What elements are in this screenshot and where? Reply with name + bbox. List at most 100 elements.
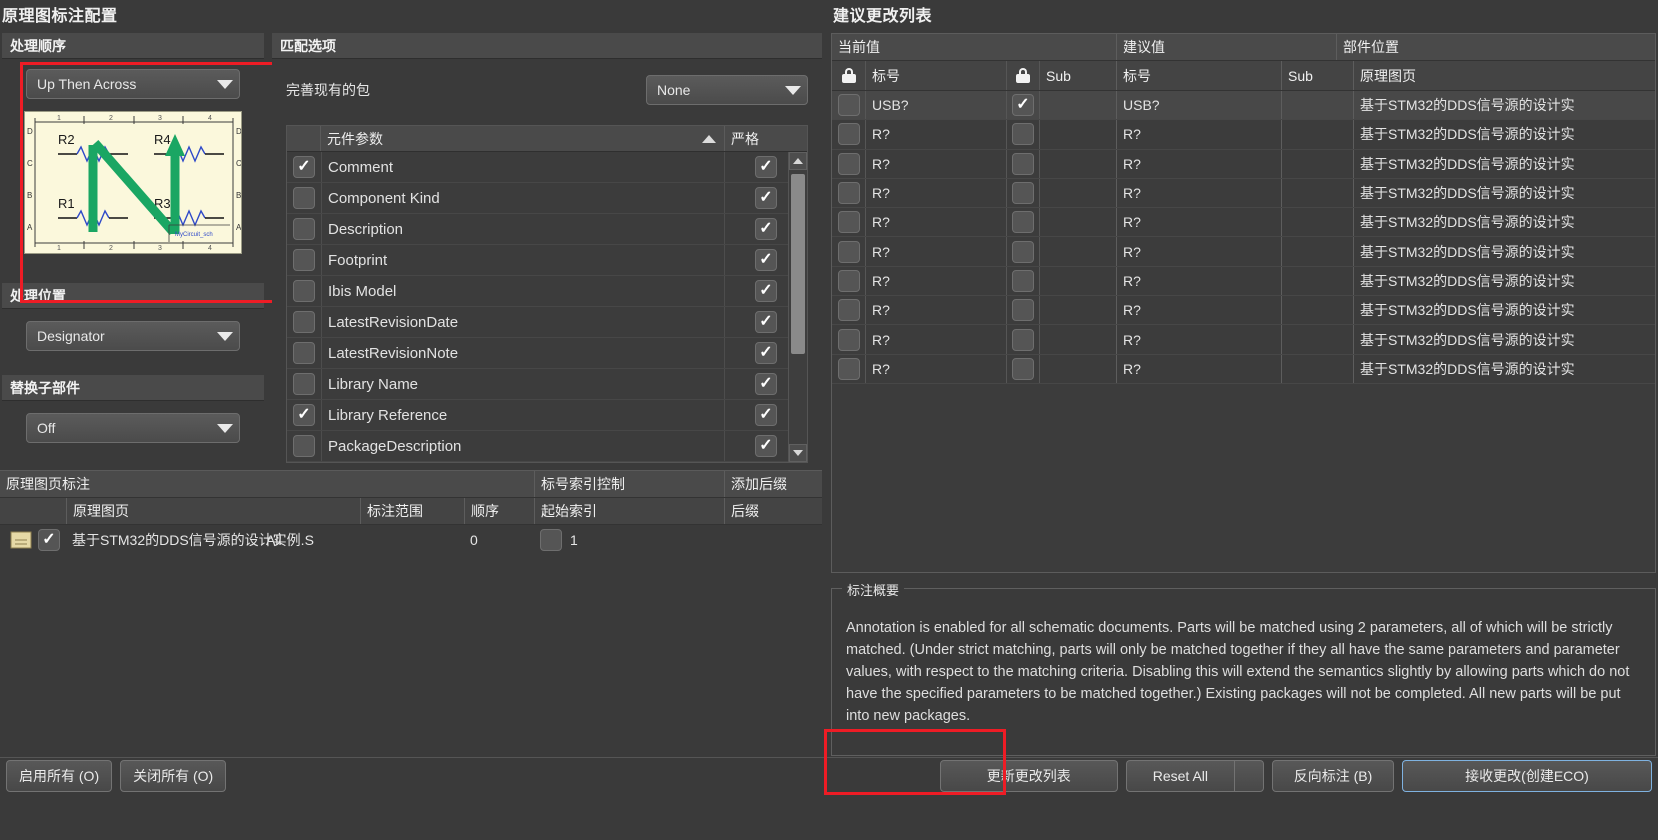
param-strict-checkbox[interactable] (755, 373, 777, 395)
param-strict-checkbox[interactable] (755, 435, 777, 457)
proposed-designator-cell[interactable]: R? (1116, 237, 1281, 266)
param-strict-checkbox[interactable] (755, 280, 777, 302)
param-enable-checkbox[interactable] (293, 342, 315, 364)
sheet-name-col-header[interactable]: 原理图页 (66, 498, 360, 524)
table-row[interactable]: Description (287, 214, 807, 245)
param-enable-checkbox[interactable] (293, 156, 315, 178)
scroll-thumb[interactable] (791, 174, 805, 354)
param-enable-checkbox[interactable] (293, 280, 315, 302)
current-sub-lock-checkbox[interactable] (1012, 269, 1034, 292)
current-sub-lock-checkbox[interactable] (1012, 357, 1034, 380)
proposed-designator-cell[interactable]: R? (1116, 178, 1281, 208)
sub-part-combo[interactable]: Off (26, 413, 240, 443)
param-enable-checkbox[interactable] (293, 435, 315, 457)
proposed-designator-cell[interactable]: R? (1116, 120, 1281, 149)
reset-all-dropdown-button[interactable] (1234, 760, 1264, 792)
table-row[interactable]: R? R? 基于STM32的DDS信号源的设计实 (832, 178, 1655, 209)
proposed-sub-cell[interactable] (1281, 208, 1353, 237)
table-row[interactable]: Library Name (287, 369, 807, 400)
proposed-sub-cell[interactable] (1281, 266, 1353, 296)
table-row[interactable]: R? R? 基于STM32的DDS信号源的设计实 (832, 325, 1655, 355)
table-row[interactable]: PackageDescription (287, 431, 807, 462)
table-row[interactable]: Comment (287, 152, 807, 183)
param-enable-checkbox[interactable] (293, 249, 315, 271)
current-sub-lock-checkbox[interactable] (1012, 211, 1034, 234)
current-sub-lock-checkbox[interactable] (1012, 299, 1034, 322)
param-strict-checkbox[interactable] (755, 404, 777, 426)
table-row[interactable]: R? R? 基于STM32的DDS信号源的设计实 (832, 296, 1655, 326)
param-strict-checkbox[interactable] (755, 187, 777, 209)
existing-packages-combo[interactable]: None (646, 75, 808, 105)
proposed-designator-cell[interactable]: R? (1116, 325, 1281, 354)
proposed-sub-cell[interactable] (1281, 354, 1353, 383)
sheet-suffix-cell[interactable] (724, 525, 822, 555)
scroll-down-button[interactable] (789, 444, 807, 462)
param-enable-checkbox[interactable] (293, 218, 315, 240)
disable-all-button[interactable]: 关闭所有 (O) (120, 760, 227, 792)
sheet-enable-checkbox[interactable] (38, 529, 60, 551)
param-strict-checkbox[interactable] (755, 311, 777, 333)
current-lock-checkbox[interactable] (837, 240, 860, 263)
sheet-order-cell[interactable]: 0 (464, 525, 534, 555)
table-row[interactable]: Ibis Model (287, 276, 807, 307)
current-sub-lock-checkbox[interactable] (1012, 240, 1034, 263)
proposed-sub-cell[interactable] (1281, 296, 1353, 325)
sheet-start-index-col-header[interactable]: 起始索引 (534, 498, 724, 524)
current-lock-checkbox[interactable] (837, 357, 860, 380)
param-strict-checkbox[interactable] (755, 218, 777, 240)
proposed-sub-cell[interactable] (1281, 237, 1353, 266)
proposed-sub-cell[interactable] (1281, 120, 1353, 149)
proposed-sub-cell[interactable] (1281, 91, 1353, 120)
table-row[interactable]: R? R? 基于STM32的DDS信号源的设计实 (832, 354, 1655, 384)
reset-all-button[interactable]: Reset All (1125, 760, 1234, 792)
parameter-table-scrollbar[interactable] (788, 152, 807, 462)
sheet-suffix-col-header[interactable]: 后缀 (724, 498, 822, 524)
table-row[interactable]: R? R? 基于STM32的DDS信号源的设计实 (832, 266, 1655, 297)
current-sub-lock-checkbox[interactable] (1012, 182, 1034, 205)
table-row[interactable]: R? R? 基于STM32的DDS信号源的设计实 (832, 149, 1655, 179)
param-enable-checkbox[interactable] (293, 311, 315, 333)
current-lock-checkbox[interactable] (837, 182, 860, 205)
table-row[interactable]: Footprint (287, 245, 807, 276)
back-annotate-button[interactable]: 反向标注 (B) (1272, 760, 1394, 792)
proposed-designator-col-header[interactable]: 标号 (1116, 61, 1281, 90)
current-lock-checkbox[interactable] (837, 328, 860, 351)
table-row[interactable]: USB? USB? 基于STM32的DDS信号源的设计实 (832, 91, 1655, 121)
sheet-scope-cell[interactable]: All (260, 525, 364, 555)
table-row[interactable]: LatestRevisionNote (287, 338, 807, 369)
proposed-designator-cell[interactable]: R? (1116, 296, 1281, 325)
proposed-designator-cell[interactable]: R? (1116, 208, 1281, 237)
proposed-designator-cell[interactable]: USB? (1116, 91, 1281, 120)
table-row[interactable]: R? R? 基于STM32的DDS信号源的设计实 (832, 237, 1655, 267)
current-lock-checkbox[interactable] (837, 211, 860, 234)
schematic-sheet-col-header[interactable]: 原理图页 (1353, 61, 1655, 90)
param-strict-checkbox[interactable] (755, 156, 777, 178)
param-strict-checkbox[interactable] (755, 249, 777, 271)
current-lock-checkbox[interactable] (837, 123, 860, 146)
current-sub-lock-checkbox[interactable] (1012, 94, 1034, 117)
param-enable-checkbox[interactable] (293, 404, 315, 426)
start-index-checkbox[interactable] (540, 529, 562, 551)
proposed-designator-cell[interactable]: R? (1116, 149, 1281, 178)
sheet-order-col-header[interactable]: 顺序 (464, 498, 534, 524)
current-sub-lock-checkbox[interactable] (1012, 152, 1034, 175)
enable-all-button[interactable]: 启用所有 (O) (6, 760, 113, 792)
current-lock-checkbox[interactable] (837, 152, 860, 175)
table-row[interactable]: Library Reference (287, 400, 807, 431)
accept-changes-button[interactable]: 接收更改(创建ECO) (1402, 760, 1652, 792)
update-change-list-button[interactable]: 更新更改列表 (939, 760, 1118, 792)
table-row[interactable]: 基于STM32的DDS信号源的设计实例.SAll01 (0, 525, 822, 555)
param-strict-col-header[interactable]: 严格 (725, 126, 807, 151)
current-sub-col-header[interactable]: Sub (1040, 61, 1116, 90)
proposed-sub-cell[interactable] (1281, 178, 1353, 208)
current-lock-checkbox[interactable] (837, 94, 860, 117)
param-name-col-header[interactable]: 元件参数 (321, 126, 725, 151)
current-lock-checkbox[interactable] (837, 299, 860, 322)
proposed-sub-col-header[interactable]: Sub (1281, 61, 1353, 90)
param-enable-checkbox[interactable] (293, 373, 315, 395)
table-row[interactable]: Component Kind (287, 183, 807, 214)
current-sub-lock-checkbox[interactable] (1012, 328, 1034, 351)
table-row[interactable]: LatestRevisionDate (287, 307, 807, 338)
current-sub-lock-checkbox[interactable] (1012, 123, 1034, 146)
param-strict-checkbox[interactable] (755, 342, 777, 364)
